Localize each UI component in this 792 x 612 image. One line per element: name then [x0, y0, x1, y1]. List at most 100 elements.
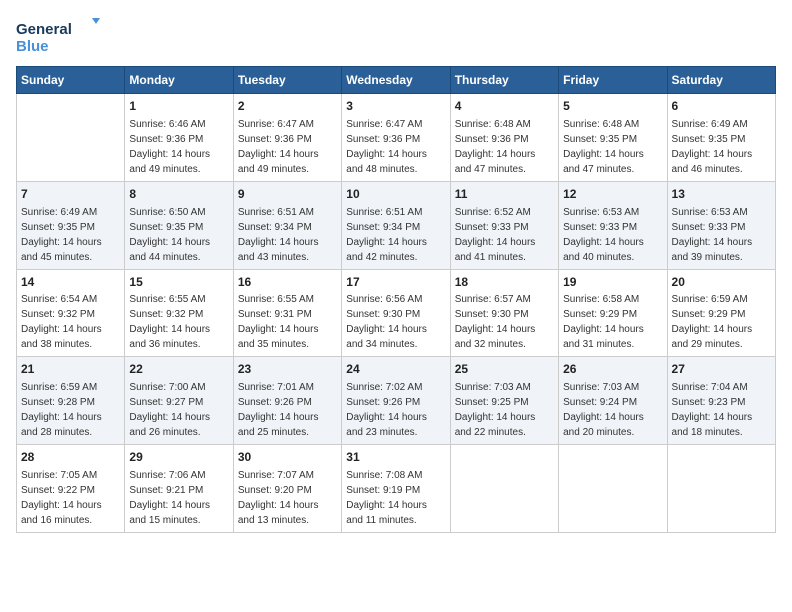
- day-number: 16: [238, 274, 337, 291]
- calendar-header-row: SundayMondayTuesdayWednesdayThursdayFrid…: [17, 67, 776, 94]
- weekday-header-saturday: Saturday: [667, 67, 775, 94]
- weekday-header-tuesday: Tuesday: [233, 67, 341, 94]
- day-info: Sunrise: 7:00 AMSunset: 9:27 PMDaylight:…: [129, 380, 228, 440]
- day-number: 5: [563, 98, 662, 115]
- day-number: 25: [455, 361, 554, 378]
- calendar-cell: 16Sunrise: 6:55 AMSunset: 9:31 PMDayligh…: [233, 269, 341, 357]
- day-info: Sunrise: 6:48 AMSunset: 9:36 PMDaylight:…: [455, 117, 554, 177]
- calendar-cell: 26 Sunrise: 7:03 AMSunset: 9:24 PMDayligh…: [559, 357, 667, 445]
- weekday-header-monday: Monday: [125, 67, 233, 94]
- calendar-cell: 15Sunrise: 6:55 AMSunset: 9:32 PMDayligh…: [125, 269, 233, 357]
- day-number: 19: [563, 274, 662, 291]
- day-number: 1: [129, 98, 228, 115]
- day-info: Sunrise: 6:51 AMSunset: 9:34 PMDaylight:…: [346, 205, 445, 265]
- day-number: 9: [238, 186, 337, 203]
- calendar-cell: 31Sunrise: 7:08 AMSunset: 9:19 PMDayligh…: [342, 445, 450, 533]
- calendar-table: SundayMondayTuesdayWednesdayThursdayFrid…: [16, 66, 776, 533]
- day-number: 29: [129, 449, 228, 466]
- calendar-cell: 27 Sunrise: 7:04 AMSunset: 9:23 PMDayligh…: [667, 357, 775, 445]
- calendar-week-row: 1Sunrise: 6:46 AMSunset: 9:36 PMDaylight…: [17, 94, 776, 182]
- calendar-cell: 13Sunrise: 6:53 AMSunset: 9:33 PMDayligh…: [667, 181, 775, 269]
- calendar-cell: 4 Sunrise: 6:48 AMSunset: 9:36 PMDaylight…: [450, 94, 558, 182]
- day-number: 12: [563, 186, 662, 203]
- day-number: 13: [672, 186, 771, 203]
- day-info: Sunrise: 6:59 AMSunset: 9:28 PMDaylight:…: [21, 380, 120, 440]
- weekday-header-friday: Friday: [559, 67, 667, 94]
- calendar-cell: 17Sunrise: 6:56 AMSunset: 9:30 PMDayligh…: [342, 269, 450, 357]
- calendar-cell: 10Sunrise: 6:51 AMSunset: 9:34 PMDayligh…: [342, 181, 450, 269]
- day-info: Sunrise: 6:54 AMSunset: 9:32 PMDaylight:…: [21, 292, 120, 352]
- calendar-cell: 20Sunrise: 6:59 AMSunset: 9:29 PMDayligh…: [667, 269, 775, 357]
- day-number: 26: [563, 361, 662, 378]
- calendar-cell: 21 Sunrise: 6:59 AMSunset: 9:28 PMDayligh…: [17, 357, 125, 445]
- day-number: 28: [21, 449, 120, 466]
- day-info: Sunrise: 6:55 AMSunset: 9:32 PMDaylight:…: [129, 292, 228, 352]
- day-info: Sunrise: 6:49 AMSunset: 9:35 PMDaylight:…: [672, 117, 771, 177]
- day-info: Sunrise: 6:52 AMSunset: 9:33 PMDaylight:…: [455, 205, 554, 265]
- calendar-cell: [450, 445, 558, 533]
- calendar-cell: 6 Sunrise: 6:49 AMSunset: 9:35 PMDaylight…: [667, 94, 775, 182]
- day-info: Sunrise: 7:04 AMSunset: 9:23 PMDaylight:…: [672, 380, 771, 440]
- calendar-cell: 29Sunrise: 7:06 AMSunset: 9:21 PMDayligh…: [125, 445, 233, 533]
- calendar-cell: 3 Sunrise: 6:47 AMSunset: 9:36 PMDaylight…: [342, 94, 450, 182]
- day-number: 20: [672, 274, 771, 291]
- calendar-cell: 22 Sunrise: 7:00 AMSunset: 9:27 PMDayligh…: [125, 357, 233, 445]
- day-number: 11: [455, 186, 554, 203]
- day-info: Sunrise: 6:47 AMSunset: 9:36 PMDaylight:…: [238, 117, 337, 177]
- day-info: Sunrise: 6:50 AMSunset: 9:35 PMDaylight:…: [129, 205, 228, 265]
- day-number: 15: [129, 274, 228, 291]
- calendar-cell: 25Sunrise: 7:03 AMSunset: 9:25 PMDayligh…: [450, 357, 558, 445]
- day-info: Sunrise: 7:03 AMSunset: 9:24 PMDaylight:…: [563, 380, 662, 440]
- page-header: General Blue: [16, 16, 776, 58]
- day-number: 18: [455, 274, 554, 291]
- day-number: 31: [346, 449, 445, 466]
- day-number: 17: [346, 274, 445, 291]
- calendar-cell: 11 Sunrise: 6:52 AMSunset: 9:33 PMDayligh…: [450, 181, 558, 269]
- day-info: Sunrise: 6:51 AMSunset: 9:34 PMDaylight:…: [238, 205, 337, 265]
- day-number: 6: [672, 98, 771, 115]
- day-info: Sunrise: 7:07 AMSunset: 9:20 PMDaylight:…: [238, 468, 337, 528]
- day-info: Sunrise: 6:48 AMSunset: 9:35 PMDaylight:…: [563, 117, 662, 177]
- calendar-cell: 7Sunrise: 6:49 AMSunset: 9:35 PMDaylight…: [17, 181, 125, 269]
- weekday-header-sunday: Sunday: [17, 67, 125, 94]
- logo: General Blue: [16, 16, 106, 58]
- day-number: 3: [346, 98, 445, 115]
- svg-text:Blue: Blue: [16, 38, 49, 55]
- svg-text:General: General: [16, 21, 72, 38]
- day-info: Sunrise: 6:49 AMSunset: 9:35 PMDaylight:…: [21, 205, 120, 265]
- weekday-header-thursday: Thursday: [450, 67, 558, 94]
- calendar-cell: [559, 445, 667, 533]
- calendar-cell: [667, 445, 775, 533]
- day-number: 30: [238, 449, 337, 466]
- calendar-week-row: 14Sunrise: 6:54 AMSunset: 9:32 PMDayligh…: [17, 269, 776, 357]
- calendar-cell: 30 Sunrise: 7:07 AMSunset: 9:20 PMDayligh…: [233, 445, 341, 533]
- day-number: 24: [346, 361, 445, 378]
- calendar-cell: 18Sunrise: 6:57 AMSunset: 9:30 PMDayligh…: [450, 269, 558, 357]
- day-number: 21: [21, 361, 120, 378]
- day-info: Sunrise: 6:53 AMSunset: 9:33 PMDaylight:…: [563, 205, 662, 265]
- calendar-cell: 1Sunrise: 6:46 AMSunset: 9:36 PMDaylight…: [125, 94, 233, 182]
- day-number: 4: [455, 98, 554, 115]
- day-number: 8: [129, 186, 228, 203]
- day-info: Sunrise: 6:59 AMSunset: 9:29 PMDaylight:…: [672, 292, 771, 352]
- calendar-cell: [17, 94, 125, 182]
- day-number: 14: [21, 274, 120, 291]
- calendar-cell: 2Sunrise: 6:47 AMSunset: 9:36 PMDaylight…: [233, 94, 341, 182]
- weekday-header-wednesday: Wednesday: [342, 67, 450, 94]
- day-info: Sunrise: 7:01 AMSunset: 9:26 PMDaylight:…: [238, 380, 337, 440]
- day-info: Sunrise: 6:55 AMSunset: 9:31 PMDaylight:…: [238, 292, 337, 352]
- day-info: Sunrise: 6:58 AMSunset: 9:29 PMDaylight:…: [563, 292, 662, 352]
- day-number: 23: [238, 361, 337, 378]
- calendar-cell: 5 Sunrise: 6:48 AMSunset: 9:35 PMDaylight…: [559, 94, 667, 182]
- day-info: Sunrise: 6:56 AMSunset: 9:30 PMDaylight:…: [346, 292, 445, 352]
- day-info: Sunrise: 7:02 AMSunset: 9:26 PMDaylight:…: [346, 380, 445, 440]
- calendar-cell: 9 Sunrise: 6:51 AMSunset: 9:34 PMDaylight…: [233, 181, 341, 269]
- day-number: 22: [129, 361, 228, 378]
- calendar-week-row: 21 Sunrise: 6:59 AMSunset: 9:28 PMDayligh…: [17, 357, 776, 445]
- calendar-cell: 24 Sunrise: 7:02 AMSunset: 9:26 PMDayligh…: [342, 357, 450, 445]
- day-info: Sunrise: 6:47 AMSunset: 9:36 PMDaylight:…: [346, 117, 445, 177]
- calendar-cell: 14Sunrise: 6:54 AMSunset: 9:32 PMDayligh…: [17, 269, 125, 357]
- calendar-cell: 19Sunrise: 6:58 AMSunset: 9:29 PMDayligh…: [559, 269, 667, 357]
- calendar-cell: 8 Sunrise: 6:50 AMSunset: 9:35 PMDaylight…: [125, 181, 233, 269]
- day-number: 27: [672, 361, 771, 378]
